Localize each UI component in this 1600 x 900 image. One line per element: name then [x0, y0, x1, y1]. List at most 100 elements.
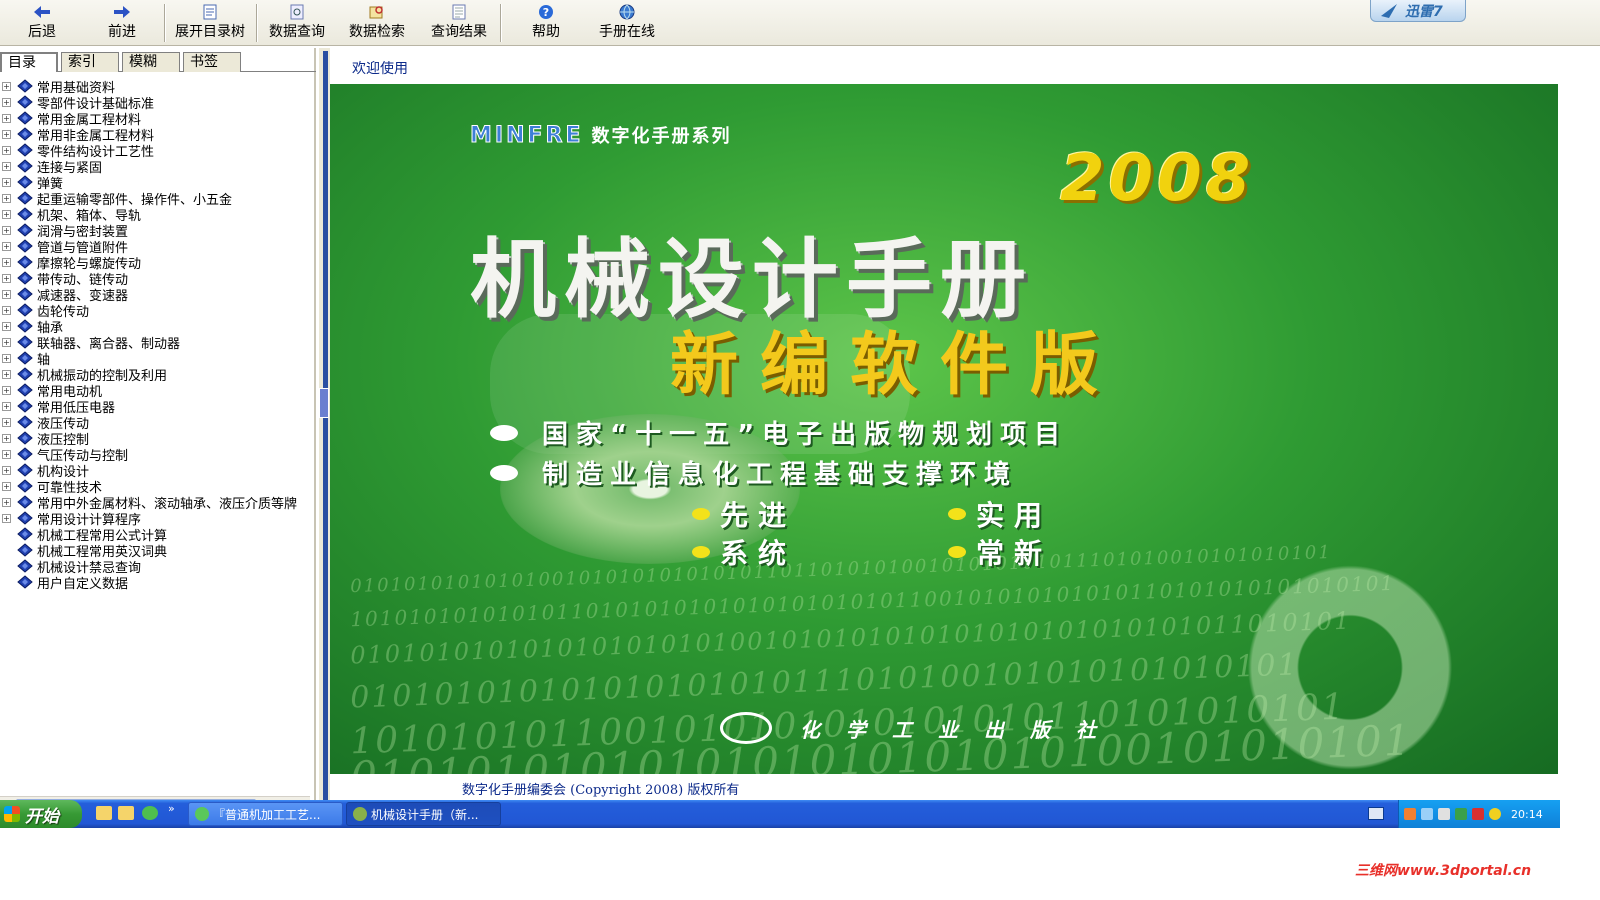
expand-toggle-icon[interactable]: + — [2, 290, 11, 299]
tree-item[interactable]: 用户自定义数据 — [0, 574, 316, 590]
expand-toggle-icon[interactable]: + — [2, 466, 11, 475]
tree-item[interactable]: +零件结构设计工艺性 — [0, 142, 316, 158]
expand-toggle-icon[interactable]: + — [2, 402, 11, 411]
taskbar-item-active[interactable]: 机械设计手册（新... — [346, 802, 501, 826]
tree-item[interactable]: +常用电动机 — [0, 382, 316, 398]
data-search-button[interactable]: 数据检索 — [346, 3, 408, 43]
tab-index[interactable]: 索引 — [61, 52, 119, 72]
tree-item[interactable]: + 常用基础资料 — [0, 78, 316, 94]
expand-toggle-icon[interactable]: + — [2, 178, 11, 187]
tree-item[interactable]: +常用中外金属材料、滚动轴承、液压介质等牌 — [0, 494, 316, 510]
tree-item[interactable]: +带传动、链传动 — [0, 270, 316, 286]
data-query-button[interactable]: 数据查询 — [266, 3, 328, 43]
clock[interactable]: 20:14 — [1511, 808, 1543, 821]
expand-toggle-icon[interactable]: + — [2, 306, 11, 315]
expand-toggle-icon[interactable]: + — [2, 114, 11, 123]
expand-toggle-icon[interactable]: + — [2, 370, 11, 379]
tree-item[interactable]: +常用非金属工程材料 — [0, 126, 316, 142]
manual-online-button[interactable]: 手册在线 — [596, 3, 658, 43]
expand-toggle-icon[interactable]: + — [2, 146, 11, 155]
expand-toggle-icon[interactable]: + — [2, 498, 11, 507]
expand-toggle-icon[interactable]: + — [2, 386, 11, 395]
update-icon[interactable] — [1489, 808, 1501, 820]
expand-tree-button[interactable]: 展开目录树 — [172, 3, 248, 43]
tree-item[interactable]: +齿轮传动 — [0, 302, 316, 318]
expand-toggle-icon[interactable]: + — [2, 514, 11, 523]
tree-item[interactable]: +连接与紧固 — [0, 158, 316, 174]
expand-toggle-icon[interactable]: + — [2, 242, 11, 251]
start-button[interactable]: 开始 — [0, 800, 82, 828]
folder-icon[interactable] — [96, 806, 112, 820]
tab-contents[interactable]: 目录 — [0, 52, 58, 72]
antivirus-icon[interactable] — [1472, 808, 1484, 820]
expand-toggle-icon[interactable]: + — [2, 98, 11, 107]
expand-toggle-icon[interactable]: + — [2, 226, 11, 235]
tree-item[interactable]: 机械设计禁忌查询 — [0, 558, 316, 574]
tree-item[interactable]: 机械工程常用英汉词典 — [0, 542, 316, 558]
tree-item[interactable]: +液压传动 — [0, 414, 316, 430]
keyboard-icon[interactable] — [1368, 807, 1384, 820]
book-diamond-icon — [17, 479, 33, 493]
browser-icon[interactable] — [142, 806, 158, 820]
tree-item[interactable]: +常用低压电器 — [0, 398, 316, 414]
help-button[interactable]: ? 帮助 — [530, 3, 562, 43]
tree-item[interactable]: +轴承 — [0, 318, 316, 334]
tray-app-icon[interactable] — [1404, 808, 1416, 820]
expand-toggle-icon[interactable]: + — [2, 434, 11, 443]
tree-item[interactable]: +零部件设计基础标准 — [0, 94, 316, 110]
tree-item[interactable]: +弹簧 — [0, 174, 316, 190]
tree-item-label: 常用基础资料 — [37, 78, 115, 94]
expand-toggle-icon[interactable]: + — [2, 258, 11, 267]
splitter-grip[interactable] — [319, 388, 329, 418]
expand-toggle-icon[interactable]: + — [2, 162, 11, 171]
tab-bookmarks[interactable]: 书签 — [183, 52, 241, 72]
expand-toggle-icon[interactable]: + — [2, 482, 11, 491]
bullet-item: 制造业信息化工程基础支撑环境 — [490, 454, 1018, 491]
folder-icon[interactable] — [118, 806, 134, 820]
expand-toggle-icon[interactable]: + — [2, 450, 11, 459]
xunlei-badge[interactable]: 迅雷7 — [1370, 0, 1466, 22]
expand-toggle-icon[interactable]: + — [2, 274, 11, 283]
expand-toggle-icon[interactable]: + — [2, 322, 11, 331]
tree-item[interactable]: +液压控制 — [0, 430, 316, 446]
publisher-logo-icon — [720, 712, 772, 744]
tree-item-label: 可靠性技术 — [37, 478, 102, 494]
network-icon[interactable] — [1421, 808, 1433, 820]
tree-item[interactable]: + 联轴器、离合器、制动器 — [0, 334, 316, 350]
expand-toggle-icon[interactable]: + — [2, 210, 11, 219]
tree-item[interactable]: +管道与管道附件 — [0, 238, 316, 254]
tree-item[interactable]: +气压传动与控制 — [0, 446, 316, 462]
shield-icon[interactable] — [1455, 808, 1467, 820]
forward-button[interactable]: 前进 — [104, 3, 140, 43]
tree-item[interactable]: +机构设计 — [0, 462, 316, 478]
expand-toggle-icon — [2, 546, 11, 555]
expand-toggle-icon[interactable]: + — [2, 354, 11, 363]
expand-toggle-icon[interactable]: + — [2, 130, 11, 139]
tree-item-label: 联轴器、离合器、制动器 — [37, 334, 180, 350]
tree-item[interactable]: +轴 — [0, 350, 316, 366]
quicklaunch-expand-icon[interactable]: » — [168, 802, 175, 815]
tree-item[interactable]: +机架、箱体、导轨 — [0, 206, 316, 222]
tree-item[interactable]: +常用金属工程材料 — [0, 110, 316, 126]
speaker-icon[interactable] — [1438, 808, 1450, 820]
toolbar-separator — [164, 4, 166, 42]
taskbar-item[interactable]: 『普通机加工工艺... — [188, 802, 343, 826]
tree-item[interactable]: +润滑与密封装置 — [0, 222, 316, 238]
tree-item[interactable]: + 可靠性技术 — [0, 478, 316, 494]
welcome-label: 欢迎使用 — [352, 58, 408, 78]
tree-item[interactable]: +摩擦轮与螺旋传动 — [0, 254, 316, 270]
tree-item[interactable]: 机械工程常用公式计算 — [0, 526, 316, 542]
nav-tabs: 目录 索引 模糊 书签 — [0, 52, 316, 72]
panel-splitter[interactable] — [318, 48, 330, 818]
back-button[interactable]: 后退 — [24, 3, 60, 43]
tree-item[interactable]: +机械振动的控制及利用 — [0, 366, 316, 382]
tree-item[interactable]: +起重运输零部件、操作件、小五金 — [0, 190, 316, 206]
tree-item[interactable]: +常用设计计算程序 — [0, 510, 316, 526]
expand-toggle-icon[interactable]: + — [2, 82, 11, 91]
tab-fuzzy[interactable]: 模糊 — [122, 52, 180, 72]
expand-toggle-icon[interactable]: + — [2, 418, 11, 427]
tree-item[interactable]: +减速器、变速器 — [0, 286, 316, 302]
query-results-button[interactable]: 查询结果 — [428, 3, 490, 43]
expand-toggle-icon[interactable]: + — [2, 194, 11, 203]
expand-toggle-icon[interactable]: + — [2, 338, 11, 347]
